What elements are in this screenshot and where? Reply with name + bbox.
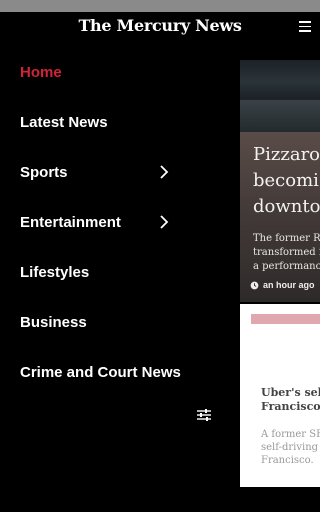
nav-item-label: Latest News: [20, 113, 108, 131]
image-placeholder: [251, 314, 320, 324]
nav-item-label: Crime and Court News: [20, 363, 181, 381]
nav-item-sports[interactable]: Sports: [20, 156, 220, 188]
chevron-right-icon[interactable]: [158, 156, 170, 188]
story-card[interactable]: Uber's self- Francisco ca A former SF c …: [240, 304, 320, 487]
story-headline[interactable]: Pizzaro becomi downto: [253, 142, 320, 220]
clock-icon: [250, 281, 259, 289]
nav-item-label: Home: [20, 63, 62, 81]
masthead-logo: The Mercury News: [78, 16, 242, 35]
nav-item-label: Business: [20, 313, 87, 331]
timestamp-label: an hour ago: [263, 280, 315, 290]
nav-item-crime-and-court-news[interactable]: Crime and Court News: [20, 356, 220, 388]
nav-item-business[interactable]: Business: [20, 306, 220, 338]
article-feed-peek: Pizzaro becomi downto The former R trans…: [240, 42, 320, 512]
story-summary: The former R transformed i a performanc: [253, 233, 320, 272]
nav-item-label: Sports: [20, 163, 68, 181]
nav-item-label: Entertainment: [20, 213, 121, 231]
hamburger-icon[interactable]: [299, 21, 311, 32]
app-header: The Mercury News: [0, 12, 320, 42]
story-photo: [240, 60, 320, 132]
sliders-icon[interactable]: [196, 408, 212, 422]
nav-item-entertainment[interactable]: Entertainment: [20, 206, 220, 238]
nav-item-latest-news[interactable]: Latest News: [20, 106, 220, 138]
nav-item-home[interactable]: Home: [20, 56, 220, 88]
story-summary: A former SF c self-driving c Francisco.: [261, 429, 320, 466]
chevron-right-icon[interactable]: [158, 206, 170, 238]
story-headline[interactable]: Uber's self- Francisco ca: [261, 386, 320, 414]
nav-item-lifestyles[interactable]: Lifestyles: [20, 256, 220, 288]
navigation-drawer: Home Latest News Sports Entertainment Li…: [0, 42, 240, 512]
status-bar: [0, 0, 320, 12]
story-timestamp: an hour ago: [250, 280, 315, 290]
nav-item-label: Lifestyles: [20, 263, 90, 281]
